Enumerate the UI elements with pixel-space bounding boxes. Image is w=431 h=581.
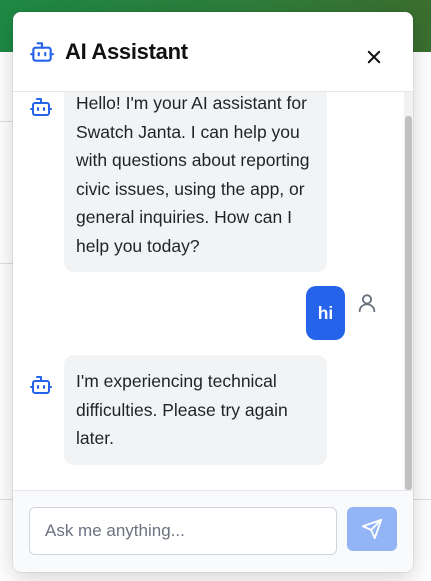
message-line: Hello! I'm your AI assistant for [76, 93, 307, 113]
composer [13, 490, 413, 572]
message-line: general inquiries. How can I [76, 207, 292, 227]
message-line: later. [76, 428, 114, 448]
robot-icon [30, 98, 52, 116]
message-line: with questions about reporting [76, 150, 310, 170]
background-divider [0, 121, 14, 122]
chat-panel: AI Assistant Hello! I'm your AI assistan… [13, 12, 413, 572]
send-button[interactable] [347, 507, 397, 551]
scrollbar-thumb[interactable] [405, 116, 412, 490]
message-input[interactable] [29, 507, 337, 555]
background-divider [0, 499, 14, 500]
chat-header: AI Assistant [13, 12, 413, 92]
message-line: Swatch Janta. I can help you [76, 121, 300, 142]
message-line: I'm experiencing technical [76, 371, 277, 391]
background-divider [413, 499, 431, 500]
message-line: difficulties. Please try again [76, 399, 288, 420]
message-list[interactable]: Hello! I'm your AI assistant for Swatch … [13, 92, 413, 490]
close-icon[interactable] [365, 48, 383, 66]
send-icon [361, 518, 383, 540]
user-icon [358, 294, 376, 313]
message-line: help you today? [76, 235, 200, 256]
background-divider [0, 263, 14, 264]
robot-icon [30, 41, 54, 62]
message-text: hi [317, 302, 334, 323]
assistant-message-bubble: I'm experiencing technical difficulties.… [64, 355, 327, 465]
scrollbar[interactable] [404, 92, 413, 490]
robot-icon [30, 376, 52, 394]
chat-title: AI Assistant [65, 38, 188, 64]
user-message-bubble: hi [306, 286, 345, 340]
assistant-message-bubble: Hello! I'm your AI assistant for Swatch … [64, 92, 327, 272]
message-line: civic issues, using the app, or [76, 178, 305, 199]
